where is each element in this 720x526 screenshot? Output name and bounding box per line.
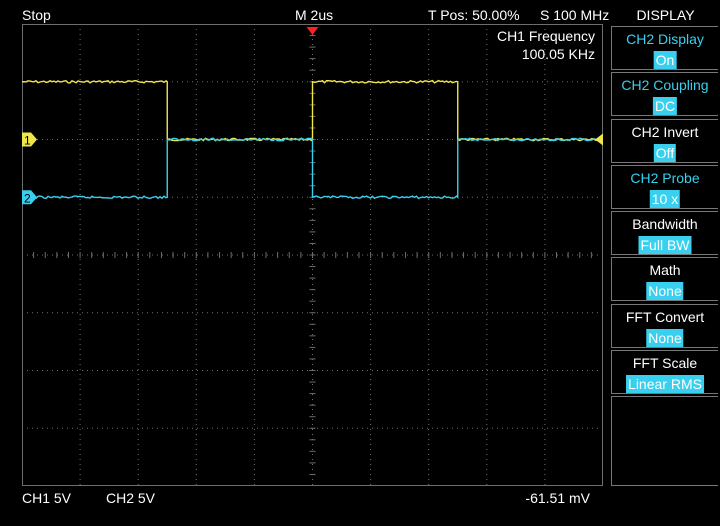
trigger-position-readout: T Pos: 50.00% bbox=[428, 7, 520, 23]
ch1-marker-label: 1 bbox=[24, 134, 31, 148]
menu-item-ch2-coupling[interactable]: CH2 Coupling DC bbox=[611, 72, 718, 117]
menu-item-fft-convert[interactable]: FFT Convert None bbox=[611, 303, 718, 348]
menu-item-label: Bandwidth bbox=[632, 216, 698, 232]
trace-ch1 bbox=[22, 79, 603, 142]
trace-ch2 bbox=[22, 137, 603, 200]
menu-item-value[interactable]: On bbox=[653, 51, 677, 69]
menu-item-label: Math bbox=[649, 262, 681, 279]
menu-item-fft-scale[interactable]: FFT Scale Linear RMS bbox=[611, 349, 718, 394]
measurement-label: CH1 Frequency bbox=[496, 28, 595, 44]
waveform-display[interactable]: 12 bbox=[22, 24, 603, 486]
menu-item-ch2-display[interactable]: CH2 Display On bbox=[611, 26, 718, 70]
acquisition-status: Stop bbox=[22, 7, 51, 23]
menu-item-label: CH2 Probe bbox=[630, 169, 700, 186]
menu-item-label: CH2 Coupling bbox=[621, 77, 709, 94]
menu-item-value[interactable]: DC bbox=[652, 97, 678, 116]
trigger-position-marker[interactable] bbox=[306, 27, 319, 35]
menu-item-label: CH2 Invert bbox=[631, 123, 699, 140]
ch2-scale-readout: CH2 5V bbox=[106, 490, 156, 506]
menu-empty-slot bbox=[611, 396, 718, 486]
menu-item-value[interactable]: None bbox=[646, 282, 684, 301]
menu-item-ch2-probe[interactable]: CH2 Probe 10 x bbox=[611, 164, 718, 209]
menu-item-value[interactable]: None bbox=[646, 328, 684, 347]
menu-item-value[interactable]: Linear RMS bbox=[626, 374, 704, 393]
menu-item-math[interactable]: Math None bbox=[611, 257, 718, 302]
menu-item-value[interactable]: Off bbox=[653, 143, 677, 162]
menu-item-ch2-invert[interactable]: CH2 Invert Off bbox=[611, 118, 718, 163]
trigger-level-readout: -61.51 mV bbox=[525, 490, 590, 506]
trigger-level-marker[interactable] bbox=[595, 133, 603, 146]
timebase-readout: M 2us bbox=[295, 7, 334, 23]
waveform-traces bbox=[22, 79, 603, 200]
menu-item-label: CH2 Display bbox=[626, 31, 704, 47]
menu-title: DISPLAY bbox=[636, 7, 695, 23]
menu-item-value[interactable]: 10 x bbox=[649, 189, 681, 208]
sample-rate-readout: S 100 MHz bbox=[540, 7, 610, 23]
menu-item-value[interactable]: Full BW bbox=[638, 236, 692, 254]
menu-item-label: FFT Scale bbox=[632, 354, 698, 371]
menu-item-label: FFT Convert bbox=[625, 308, 705, 325]
menu-item-bandwidth[interactable]: Bandwidth Full BW bbox=[611, 211, 718, 255]
display-menu: DISPLAY CH2 Display On CH2 Coupling DC CH2 I… bbox=[611, 0, 720, 526]
ch1-scale-readout: CH1 5V bbox=[22, 490, 72, 506]
ch2-marker-label: 2 bbox=[24, 191, 31, 205]
measurement-value: 100.05 KHz bbox=[521, 46, 595, 62]
